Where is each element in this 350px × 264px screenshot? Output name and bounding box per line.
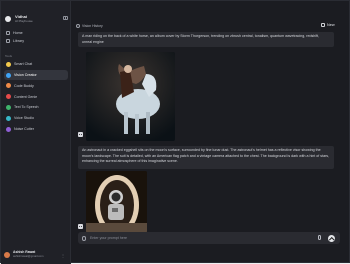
nav-item-library[interactable]: Library — [4, 37, 68, 45]
tool-label: Code Buddy — [14, 83, 34, 88]
tool-color-icon — [6, 115, 11, 121]
tools-section-label: Tools — [5, 54, 13, 58]
bot-icon — [78, 224, 83, 229]
sidebar: Vidhai AI Playhouse Home Library Tools S… — [1, 1, 71, 264]
home-icon — [6, 31, 10, 35]
tool-content-genie[interactable]: Content Genie — [4, 91, 68, 102]
tools-list: Smart Chat Vision Creator Code Buddy Con… — [4, 59, 68, 135]
tool-label: Noise Cutter — [14, 127, 34, 132]
tool-text-to-speech[interactable]: Text To Speech — [4, 102, 68, 113]
tool-vision-creator[interactable]: Vision Creator — [4, 69, 68, 81]
tool-voice-studio[interactable]: Voice Studio — [4, 113, 68, 124]
nav-item-home[interactable]: Home — [4, 29, 68, 37]
bot-icon — [78, 132, 83, 137]
tool-label: Vision Creator — [14, 73, 37, 78]
tool-label: Smart Chat — [14, 62, 33, 67]
nav-item-label: Library — [13, 39, 24, 43]
prompt-input[interactable] — [90, 234, 310, 242]
new-chat-icon — [321, 23, 325, 27]
generated-image-astronaut[interactable] — [86, 171, 147, 233]
microphone-icon[interactable] — [318, 235, 321, 240]
tool-color-icon — [6, 94, 11, 100]
attach-icon[interactable] — [82, 235, 86, 241]
sidebar-toggle-icon[interactable] — [63, 16, 68, 20]
avatar — [4, 251, 10, 258]
history-label: Vision History — [82, 24, 103, 28]
vision-history-button[interactable]: Vision History — [76, 24, 103, 28]
new-button-label: New — [327, 23, 335, 27]
tool-label: Text To Speech — [14, 105, 39, 110]
send-button[interactable] — [328, 234, 335, 242]
generated-image-horse-rider[interactable] — [86, 52, 175, 141]
brand-tagline: AI Playhouse — [15, 19, 33, 23]
tool-color-icon — [6, 126, 11, 132]
new-button[interactable]: New — [321, 23, 335, 27]
prompt-composer — [78, 232, 340, 244]
assistant-avatar — [78, 224, 83, 229]
tool-color-icon — [6, 104, 11, 110]
user-prompt-bubble: An astronaut in a cracked eggshell sits … — [78, 146, 334, 169]
tool-noise-cutter[interactable]: Noise Cutter — [4, 124, 68, 135]
app-window: Vidhai AI Playhouse Home Library Tools S… — [0, 0, 350, 264]
main-nav: Home Library — [4, 29, 68, 45]
tool-color-icon — [6, 61, 11, 67]
brand-logo-icon — [5, 16, 11, 22]
main-panel: Vision History New A man riding on the b… — [71, 1, 350, 264]
nav-item-label: Home — [13, 31, 23, 35]
tool-color-icon — [6, 72, 11, 78]
tool-smart-chat[interactable]: Smart Chat — [4, 59, 68, 70]
user-profile[interactable]: Ashish Rawat ashishrawat@gmail.com — [4, 250, 44, 259]
tool-label: Content Genie — [14, 94, 38, 99]
user-prompt-bubble: A man riding on the back of a white hors… — [78, 32, 334, 47]
assistant-avatar — [78, 132, 83, 137]
history-icon — [76, 24, 80, 28]
more-options-icon[interactable]: ⋮ — [61, 254, 65, 258]
tool-color-icon — [6, 83, 11, 89]
tool-code-buddy[interactable]: Code Buddy — [4, 81, 68, 92]
user-email: ashishrawat@gmail.com — [13, 253, 44, 258]
brand[interactable]: Vidhai AI Playhouse — [5, 15, 33, 23]
library-icon — [6, 39, 10, 43]
tool-label: Voice Studio — [14, 116, 34, 121]
